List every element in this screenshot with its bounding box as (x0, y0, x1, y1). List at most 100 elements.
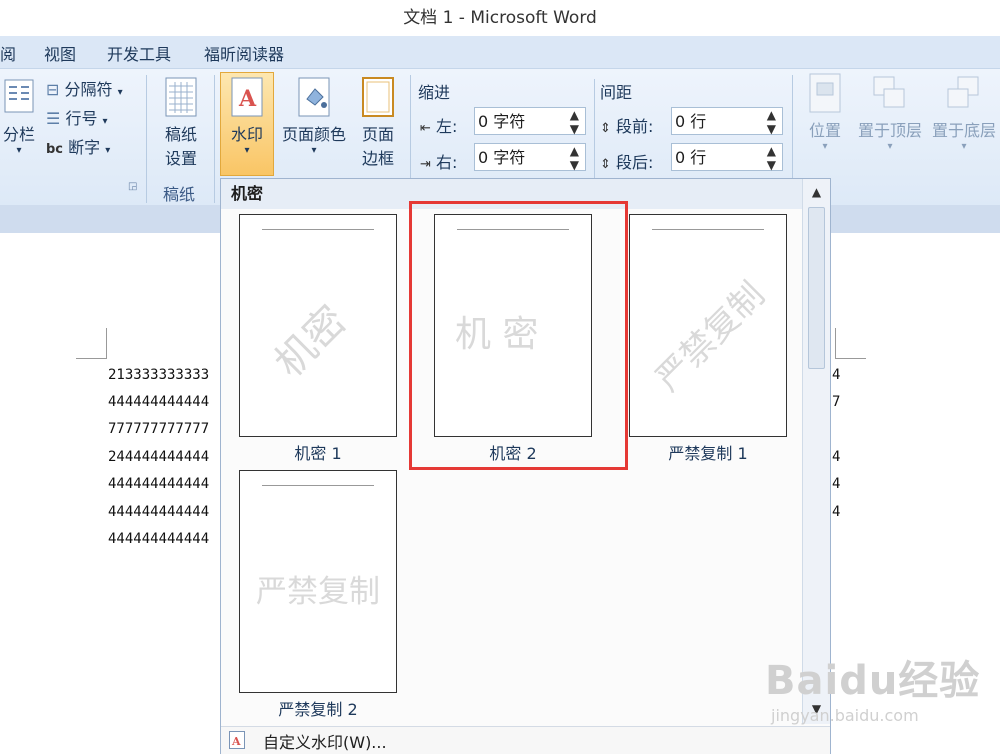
send-to-back-button[interactable]: 置于底层 ▾ (928, 73, 1000, 152)
send-to-back-label: 置于底层 (931, 121, 996, 140)
svg-text:A: A (231, 735, 241, 748)
indent-right-label: ⇥ 右: (420, 149, 457, 173)
document-line[interactable]: 777777777777 (108, 421, 209, 437)
columns-label: 分栏 (2, 125, 35, 144)
watermark-caption: 机密 1 (294, 444, 342, 463)
page-border-label-line1: 页面 (361, 125, 394, 144)
custom-watermark-item[interactable]: A 自定义水印(W)... (221, 726, 830, 754)
manuscript-setup-button[interactable]: 稿纸 设置 (152, 77, 210, 169)
indent-left-icon: ⇤ (420, 121, 431, 136)
breaks-button[interactable]: ⊟ 分隔符 ▾ (46, 76, 123, 100)
space-after-value: 0 行 (675, 148, 707, 167)
watermark-icon: A (231, 77, 263, 117)
hyphenation-icon: bc (46, 142, 64, 157)
watermark-preview-text: 机密 (266, 297, 356, 387)
indent-left-input[interactable]: 0 字符 ▲ ▼ (474, 107, 586, 136)
watermark-option-no-copy-1[interactable]: 严禁复制 (629, 214, 787, 437)
position-icon (809, 73, 841, 113)
watermark-option-confidential-1[interactable]: 机密 (239, 214, 397, 437)
spin-arrows-icon[interactable]: ▲ ▼ (570, 144, 579, 172)
page-border-label-line2: 边框 (361, 149, 394, 168)
position-label: 位置 (808, 121, 841, 140)
indent-title: 缩进 (418, 83, 451, 102)
document-line[interactable]: 444444444444 (108, 531, 209, 547)
spin-arrows-icon[interactable]: ▲ ▼ (570, 108, 579, 136)
manuscript-icon (165, 77, 197, 117)
indent-right-text: 右: (436, 153, 458, 172)
document-line[interactable]: 444444444444 (108, 476, 209, 492)
menu-item-view[interactable]: 视图 (44, 41, 76, 65)
svg-text:A: A (238, 86, 257, 112)
document-line-end: 7 (832, 394, 841, 410)
document-line-end: 4 (832, 504, 841, 520)
chevron-down-icon: ▾ (311, 145, 317, 156)
menu-item-foxit[interactable]: 福昕阅读器 (204, 41, 284, 65)
watermark-option-no-copy-2[interactable]: 严禁复制 (239, 470, 397, 693)
space-before-input[interactable]: 0 行 ▲ ▼ (671, 107, 783, 136)
logo-text: Baidu经验 (765, 658, 981, 704)
watermark-icon: A (229, 731, 245, 749)
menu-item-developer[interactable]: 开发工具 (107, 41, 171, 65)
dialog-launcher-icon[interactable]: ◲ (128, 181, 137, 192)
page-color-icon (298, 77, 330, 117)
document-line[interactable]: 213333333333 (108, 367, 209, 383)
thumb-header-line (652, 229, 764, 230)
group-separator (214, 75, 215, 203)
hyphenation-button[interactable]: bc 断字 ▾ (46, 134, 110, 158)
indent-left-label: ⇤ 左: (420, 113, 457, 137)
spacing-title: 间距 (600, 83, 633, 102)
indent-left-text: 左: (436, 117, 458, 136)
columns-button[interactable]: 分栏 ▾ (0, 79, 38, 156)
manuscript-group-label: 稿纸 (163, 185, 196, 204)
line-numbers-button[interactable]: ☰ 行号 ▾ (46, 105, 108, 129)
watermark-button[interactable]: A 水印 ▾ (220, 72, 274, 176)
document-line[interactable]: 244444444444 (108, 449, 209, 465)
chevron-down-icon: ▾ (16, 145, 22, 156)
line-numbers-label: 行号 (65, 109, 98, 128)
chevron-down-icon: ▾ (822, 141, 828, 152)
watermark-caption: 严禁复制 2 (278, 700, 358, 719)
watermark-label: 水印 (230, 125, 263, 144)
document-line[interactable]: 444444444444 (108, 394, 209, 410)
page-color-label: 页面颜色 (281, 125, 346, 144)
custom-watermark-label: 自定义水印(W)... (263, 733, 387, 752)
manuscript-label-line1: 稿纸 (164, 125, 197, 144)
position-button[interactable]: 位置 ▾ (800, 73, 850, 152)
indent-right-input[interactable]: 0 字符 ▲ ▼ (474, 143, 586, 172)
space-after-input[interactable]: 0 行 ▲ ▼ (671, 143, 783, 172)
columns-icon (4, 79, 34, 113)
chevron-down-icon: ▾ (244, 145, 250, 156)
document-line-end: 4 (832, 367, 841, 383)
chevron-down-icon: ▾ (105, 145, 111, 156)
line-numbers-icon: ☰ (46, 109, 61, 128)
spin-arrows-icon[interactable]: ▲ ▼ (767, 144, 776, 172)
selection-highlight-box (409, 201, 628, 470)
hyphenation-label: 断字 (68, 138, 101, 157)
bring-to-front-icon (873, 76, 905, 108)
scroll-up-icon[interactable]: ▲ (803, 185, 830, 199)
chevron-down-icon: ▾ (961, 141, 967, 152)
breaks-icon: ⊟ (46, 80, 60, 99)
space-after-text: 段后: (616, 153, 654, 172)
page-border-button[interactable]: 页面 边框 (356, 77, 400, 169)
gallery-scrollbar[interactable]: ▲ ▼ (802, 179, 830, 724)
document-line[interactable]: 444444444444 (108, 504, 209, 520)
spin-arrows-icon[interactable]: ▲ ▼ (767, 108, 776, 136)
chevron-down-icon: ▾ (102, 116, 108, 127)
window-title: 文档 1 - Microsoft Word (0, 0, 1000, 36)
space-before-value: 0 行 (675, 112, 707, 131)
breaks-label: 分隔符 (64, 80, 113, 99)
space-after-icon: ⇕ (600, 157, 611, 172)
group-separator (594, 79, 595, 179)
page-color-button[interactable]: 页面颜色 ▾ (276, 77, 352, 156)
margin-corner-mark (835, 328, 866, 359)
scrollbar-thumb[interactable] (808, 207, 825, 369)
manuscript-label-line2: 设置 (164, 149, 197, 168)
indent-right-value: 0 字符 (478, 148, 526, 167)
menu-item-review[interactable]: 阅 (0, 41, 16, 65)
send-to-back-icon (947, 76, 979, 108)
bring-to-front-button[interactable]: 置于顶层 ▾ (852, 73, 928, 152)
chevron-down-icon: ▾ (887, 141, 893, 152)
baidu-jingyan-logo: Baidu经验 jingyan.baidu.com (765, 648, 985, 748)
page-border-icon (362, 77, 394, 117)
